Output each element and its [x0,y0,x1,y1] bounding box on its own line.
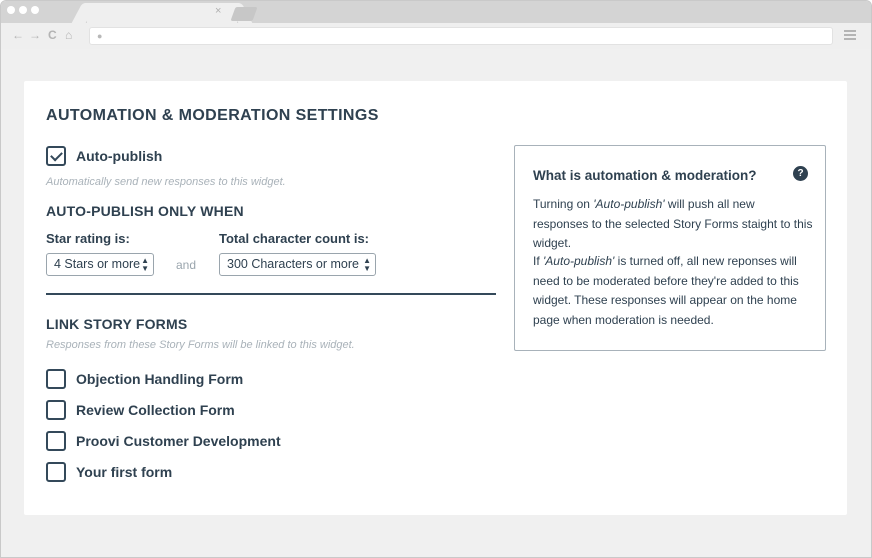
form-label: Objection Handling Form [76,371,244,387]
help-icon[interactable]: ? [793,166,808,181]
section-divider [46,293,496,295]
form-label: Review Collection Form [76,402,235,418]
star-rating-value: 4 Stars or more [54,257,141,271]
tab-strip: × [1,1,871,23]
form-checkbox-row[interactable]: Review Collection Form [46,400,235,420]
window-controls [7,6,39,14]
info-box: What is automation & moderation? ? Turni… [514,145,826,351]
auto-publish-conditions-heading: AUTO-PUBLISH ONLY WHEN [46,203,244,219]
info-text: If [533,254,544,268]
auto-publish-hint: Automatically send new responses to this… [46,176,286,188]
form-label: Proovi Customer Development [76,433,281,449]
address-bar[interactable]: ● [89,27,833,45]
reload-icon[interactable]: C [48,28,57,42]
star-rating-label: Star rating is: [46,231,130,246]
form-checkbox[interactable] [46,462,66,482]
auto-publish-checkbox-row[interactable]: Auto-publish [46,146,162,166]
conditions-joiner: and [176,258,197,272]
form-checkbox-row[interactable]: Objection Handling Form [46,369,243,389]
close-icon[interactable]: × [215,5,221,17]
browser-window: × ← → C ⌂ ● AUTOMATION & MODERATION SETT… [0,0,872,558]
auto-publish-checkbox[interactable] [46,146,66,166]
lock-icon: ● [97,31,103,41]
select-arrows-icon: ▲ ▼ [141,256,149,273]
page-viewport: AUTOMATION & MODERATION SETTINGS Auto-pu… [1,49,871,557]
forward-icon[interactable]: → [29,28,41,42]
select-arrows-icon: ▲ ▼ [363,256,371,273]
back-icon[interactable]: ← [12,28,24,42]
link-story-forms-heading: LINK STORY FORMS [46,316,188,332]
link-story-forms-hint: Responses from these Story Forms will be… [46,339,355,351]
info-emphasis: 'Auto-publish' [593,197,665,211]
info-title: What is automation & moderation? [533,168,757,183]
form-checkbox[interactable] [46,400,66,420]
settings-card: AUTOMATION & MODERATION SETTINGS Auto-pu… [24,81,847,515]
info-paragraph-auto-publish-on: Turning on 'Auto-publish' will push all … [533,195,813,254]
menu-icon[interactable] [844,30,856,40]
form-checkbox[interactable] [46,431,66,451]
window-maximize-dot[interactable] [31,6,39,14]
new-tab-button[interactable] [230,7,258,21]
page-title: AUTOMATION & MODERATION SETTINGS [46,107,379,124]
auto-publish-label: Auto-publish [76,148,163,164]
character-count-value: 300 Characters or more [227,257,360,271]
form-checkbox-row[interactable]: Proovi Customer Development [46,431,281,451]
window-minimize-dot[interactable] [19,6,27,14]
info-paragraph-auto-publish-off: If 'Auto-publish' is turned off, all new… [533,252,813,330]
form-checkbox-row[interactable]: Your first form [46,462,172,482]
window-close-dot[interactable] [7,6,15,14]
form-label: Your first form [76,464,173,480]
character-count-label: Total character count is: [219,231,370,246]
info-text: Turning on [533,197,594,211]
character-count-select[interactable]: 300 Characters or more ▲ ▼ [219,253,376,276]
home-icon[interactable]: ⌂ [65,28,72,42]
star-rating-select[interactable]: 4 Stars or more ▲ ▼ [46,253,154,276]
form-checkbox[interactable] [46,369,66,389]
browser-toolbar: ← → C ⌂ ● [1,23,871,49]
info-emphasis: 'Auto-publish' [543,254,615,268]
